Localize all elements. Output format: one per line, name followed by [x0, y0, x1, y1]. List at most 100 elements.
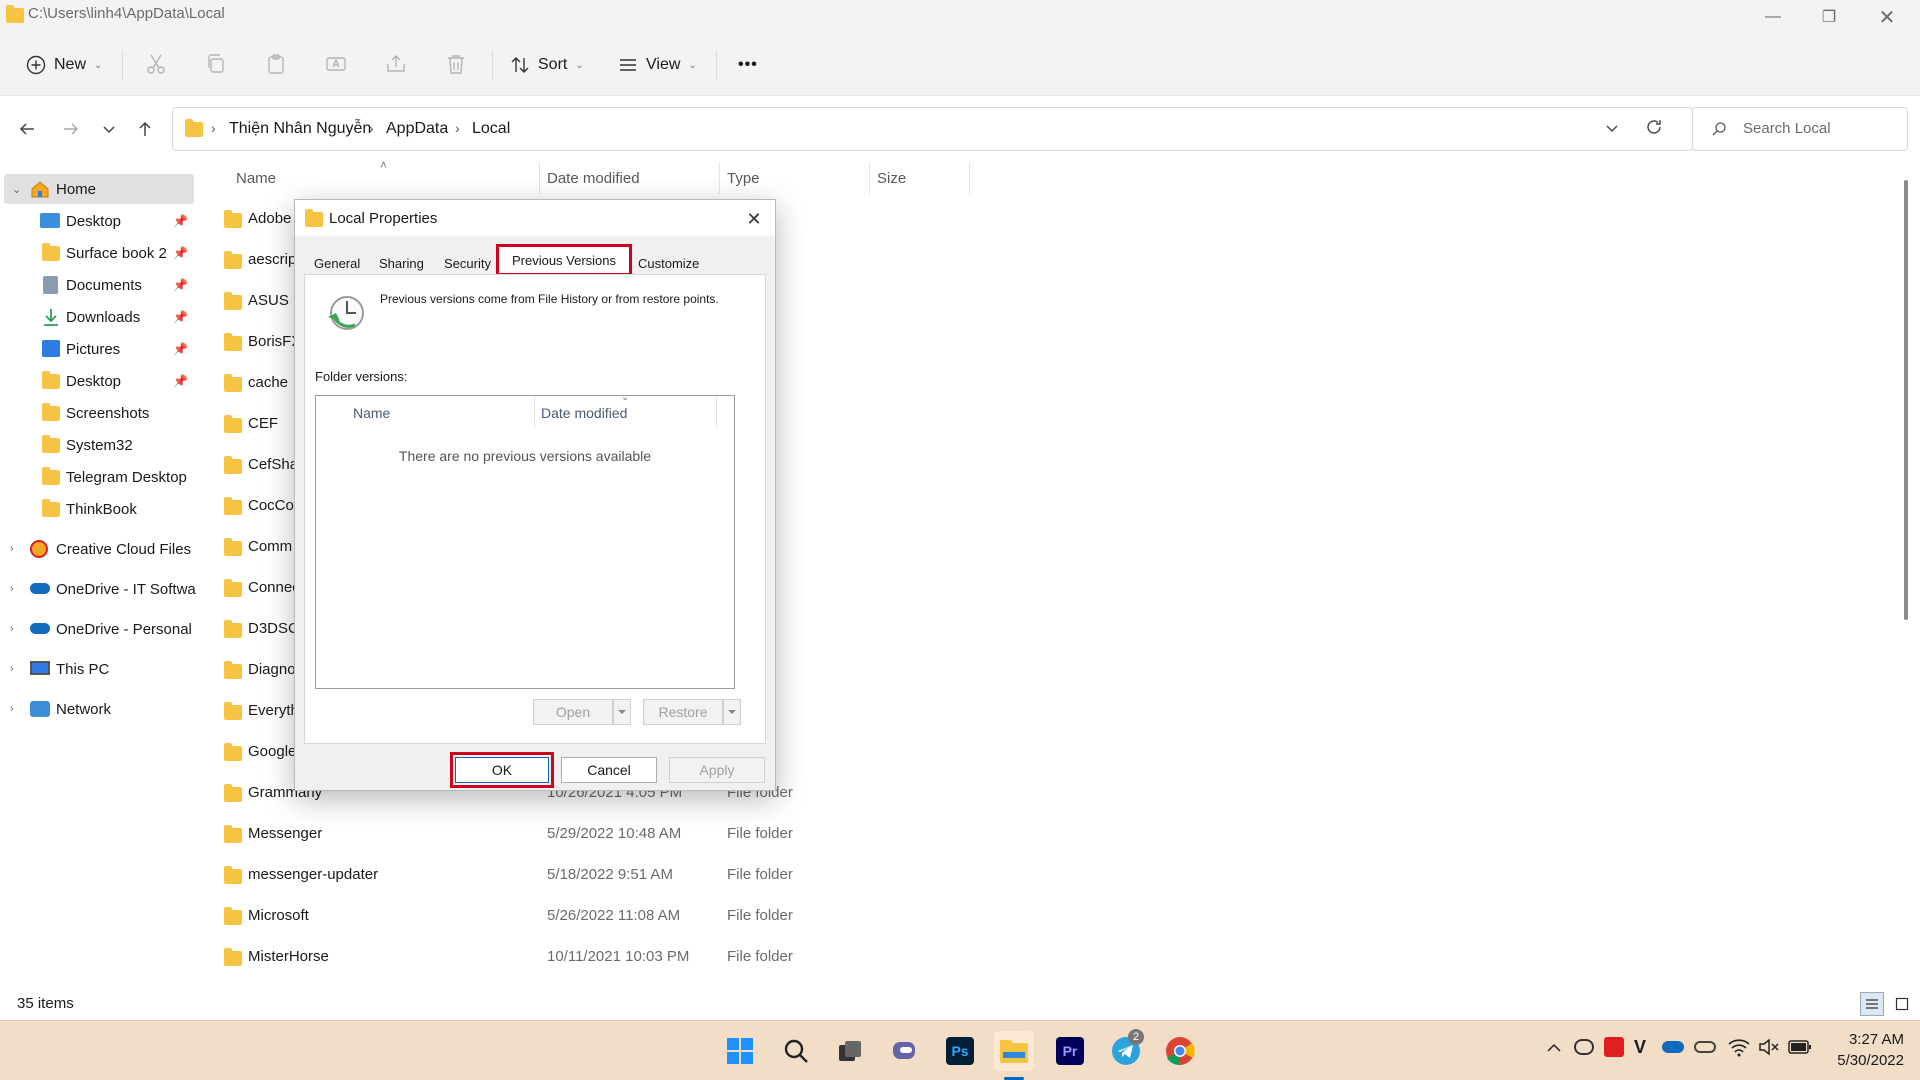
- open-dropdown-icon[interactable]: [613, 699, 631, 725]
- tab-sharing[interactable]: Sharing: [375, 252, 428, 274]
- sidebar-item-surface-book[interactable]: Surface book 2 📌: [0, 238, 196, 268]
- up-arrow-icon[interactable]: [130, 114, 160, 144]
- column-separator[interactable]: [539, 162, 540, 194]
- teams-chat-icon[interactable]: [884, 1031, 924, 1071]
- sidebar-item-network[interactable]: › Network: [0, 694, 196, 724]
- volume-muted-icon[interactable]: [1758, 1037, 1780, 1057]
- wifi-icon[interactable]: [1728, 1037, 1750, 1057]
- paste-icon[interactable]: [264, 52, 290, 78]
- column-separator[interactable]: [719, 162, 720, 194]
- empty-list-message: There are no previous versions available: [398, 448, 652, 464]
- open-button[interactable]: Open: [533, 699, 613, 725]
- versions-list[interactable]: Name Date modified ⌄ There are no previo…: [315, 392, 735, 689]
- breadcrumb-item[interactable]: Thiện Nhân Nguyễn: [229, 120, 371, 138]
- refresh-icon[interactable]: [1644, 117, 1664, 137]
- sidebar-item-desktop-2[interactable]: Desktop 📌: [0, 366, 196, 396]
- tab-previous-versions[interactable]: Previous Versions: [496, 244, 632, 276]
- photoshop-icon[interactable]: Ps: [940, 1031, 980, 1071]
- chevron-down-icon[interactable]: ⌄: [12, 183, 21, 196]
- close-window-button[interactable]: ✕: [1864, 0, 1910, 34]
- battery-icon[interactable]: [1788, 1039, 1812, 1055]
- back-arrow-icon[interactable]: [12, 114, 42, 144]
- task-view-icon[interactable]: [830, 1031, 870, 1071]
- restore-dropdown-icon[interactable]: [723, 699, 741, 725]
- chevron-right-icon[interactable]: ›: [10, 543, 14, 555]
- chevron-right-icon[interactable]: ›: [10, 703, 14, 715]
- properties-dialog: Local Properties ✕ General Sharing Secur…: [294, 199, 776, 791]
- sidebar-item-onedrive-it[interactable]: › OneDrive - IT Softwa: [0, 574, 196, 604]
- file-row[interactable]: Microsoft 5/26/2022 11:08 AM File folder: [222, 897, 1222, 937]
- premiere-icon[interactable]: Pr: [1050, 1031, 1090, 1071]
- file-row[interactable]: Messenger 5/29/2022 10:48 AM File folder: [222, 815, 1222, 855]
- apply-button[interactable]: Apply: [669, 757, 765, 783]
- restore-button[interactable]: Restore: [643, 699, 723, 725]
- file-explorer-icon[interactable]: [994, 1031, 1034, 1071]
- restore-button[interactable]: ❐: [1806, 0, 1852, 34]
- view-button[interactable]: View ⌄: [618, 48, 697, 82]
- recent-locations-chevron-icon[interactable]: [94, 114, 124, 144]
- share-icon[interactable]: [384, 52, 410, 78]
- tab-security[interactable]: Security: [440, 252, 495, 274]
- list-column-name[interactable]: Name: [353, 405, 390, 421]
- cut-icon[interactable]: [144, 52, 170, 78]
- column-separator[interactable]: [716, 396, 717, 428]
- sort-button[interactable]: Sort ⌄: [510, 48, 584, 82]
- large-icons-view-icon[interactable]: [1890, 992, 1914, 1016]
- vertical-scrollbar[interactable]: [1904, 180, 1908, 620]
- address-bar[interactable]: › Thiện Nhân Nguyễn › AppData › Local: [172, 107, 1693, 151]
- details-view-icon[interactable]: [1860, 992, 1884, 1016]
- v-app-tray-icon[interactable]: V: [1634, 1037, 1646, 1058]
- copy-icon[interactable]: [204, 52, 230, 78]
- breadcrumb-item[interactable]: AppData: [386, 120, 448, 138]
- show-hidden-icons-chevron-icon[interactable]: [1546, 1041, 1562, 1053]
- delete-icon[interactable]: [444, 52, 470, 78]
- clock[interactable]: 3:27 AM 5/30/2022: [1828, 1029, 1904, 1071]
- sidebar-item-downloads[interactable]: Downloads 📌: [0, 302, 196, 332]
- address-dropdown-icon[interactable]: [1605, 121, 1619, 135]
- chevron-right-icon[interactable]: ›: [10, 663, 14, 675]
- minimize-button[interactable]: —: [1750, 0, 1796, 34]
- more-options-button[interactable]: •••: [738, 48, 758, 82]
- tab-customize[interactable]: Customize: [634, 252, 703, 274]
- chrome-icon[interactable]: [1160, 1031, 1200, 1071]
- close-icon[interactable]: ✕: [743, 208, 765, 230]
- onedrive-tray-icon[interactable]: [1662, 1041, 1684, 1053]
- sidebar-item-telegram-desktop[interactable]: Telegram Desktop: [0, 462, 196, 492]
- sidebar-item-thinkbook[interactable]: ThinkBook: [0, 494, 196, 524]
- column-header-name[interactable]: Name: [236, 170, 276, 187]
- column-header-type[interactable]: Type: [727, 170, 760, 187]
- sidebar-item-this-pc[interactable]: › This PC: [0, 654, 196, 684]
- breadcrumb-item[interactable]: Local: [472, 120, 510, 138]
- sidebar-item-onedrive-personal[interactable]: › OneDrive - Personal: [0, 614, 196, 644]
- column-separator[interactable]: [869, 162, 870, 194]
- sidebar-item-screenshots[interactable]: Screenshots: [0, 398, 196, 428]
- sidebar-item-documents[interactable]: Documents 📌: [0, 270, 196, 300]
- rename-icon[interactable]: [324, 52, 350, 78]
- sidebar-item-creative-cloud[interactable]: › Creative Cloud Files: [0, 534, 196, 564]
- column-separator[interactable]: [534, 396, 535, 428]
- tab-general[interactable]: General: [310, 252, 364, 274]
- chevron-right-icon[interactable]: ›: [10, 583, 14, 595]
- forward-arrow-icon[interactable]: [56, 114, 86, 144]
- file-row[interactable]: messenger-updater 5/18/2022 9:51 AM File f…: [222, 856, 1222, 896]
- column-header-size[interactable]: Size: [877, 170, 906, 187]
- onedrive-personal-tray-icon[interactable]: [1694, 1041, 1716, 1053]
- dialog-title-bar[interactable]: Local Properties ✕: [295, 200, 775, 236]
- chevron-right-icon[interactable]: ›: [10, 623, 14, 635]
- column-separator[interactable]: [969, 162, 970, 194]
- app-tray-icon[interactable]: [1604, 1037, 1624, 1057]
- ok-button[interactable]: OK: [455, 757, 549, 783]
- sidebar-item-desktop[interactable]: Desktop 📌: [0, 206, 196, 236]
- sidebar-item-system32[interactable]: System32: [0, 430, 196, 460]
- list-column-date[interactable]: Date modified: [541, 405, 627, 421]
- windows-start-icon[interactable]: [720, 1031, 760, 1071]
- file-row[interactable]: MisterHorse 10/11/2021 10:03 PM File folde…: [222, 938, 1222, 978]
- cancel-button[interactable]: Cancel: [561, 757, 657, 783]
- creative-cloud-tray-icon[interactable]: [1574, 1039, 1594, 1055]
- search-input[interactable]: Search Local: [1692, 107, 1908, 151]
- sidebar-item-home[interactable]: ⌄ Home: [4, 174, 194, 204]
- column-header-date[interactable]: Date modified: [547, 170, 640, 187]
- new-button[interactable]: New ⌄: [26, 48, 102, 82]
- search-icon[interactable]: [776, 1031, 816, 1071]
- sidebar-item-pictures[interactable]: Pictures 📌: [0, 334, 196, 364]
